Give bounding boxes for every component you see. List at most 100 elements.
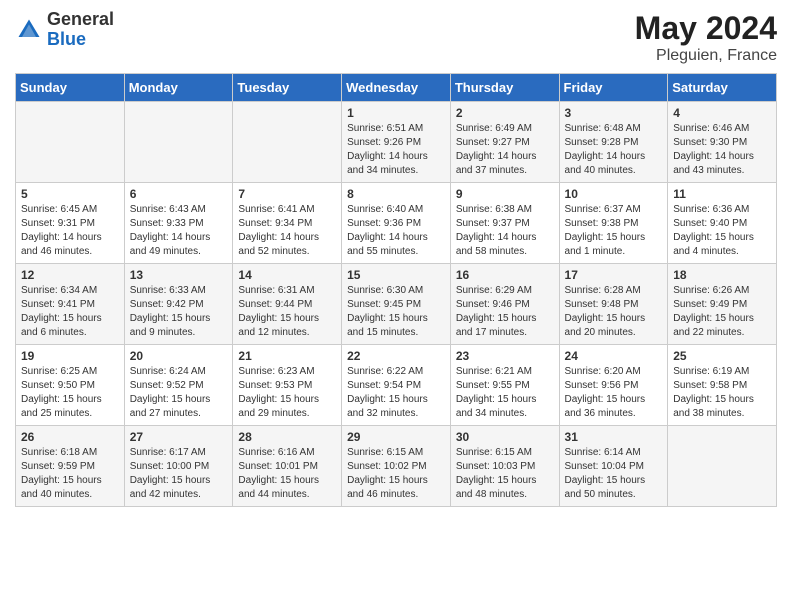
logo: General Blue [15,10,114,50]
calendar-table: SundayMondayTuesdayWednesdayThursdayFrid… [15,73,777,507]
day-number: 20 [130,349,228,363]
day-info: Sunrise: 6:18 AM Sunset: 9:59 PM Dayligh… [21,446,119,502]
day-info: Sunrise: 6:20 AM Sunset: 9:56 PM Dayligh… [565,365,663,421]
day-info: Sunrise: 6:15 AM Sunset: 10:03 PM Daylig… [456,446,554,502]
day-number: 10 [565,187,663,201]
day-number: 28 [238,430,336,444]
day-info: Sunrise: 6:36 AM Sunset: 9:40 PM Dayligh… [673,203,771,259]
day-number: 23 [456,349,554,363]
calendar-cell: 10 Sunrise: 6:37 AM Sunset: 9:38 PM Dayli… [559,183,668,264]
day-info: Sunrise: 6:41 AM Sunset: 9:34 PM Dayligh… [238,203,336,259]
day-number: 8 [347,187,445,201]
day-number: 16 [456,268,554,282]
calendar-cell: 12 Sunrise: 6:34 AM Sunset: 9:41 PM Dayli… [16,264,125,345]
day-info: Sunrise: 6:48 AM Sunset: 9:28 PM Dayligh… [565,122,663,178]
day-number: 13 [130,268,228,282]
day-of-week-tuesday: Tuesday [233,74,342,102]
day-info: Sunrise: 6:28 AM Sunset: 9:48 PM Dayligh… [565,284,663,340]
calendar-cell: 11Sunrise: 6:36 AM Sunset: 9:40 PM Dayli… [668,183,777,264]
day-number: 26 [21,430,119,444]
day-number: 29 [347,430,445,444]
day-info: Sunrise: 6:17 AM Sunset: 10:00 PM Daylig… [130,446,228,502]
calendar-cell: 3 Sunrise: 6:48 AM Sunset: 9:28 PM Daylig… [559,102,668,183]
day-of-week-monday: Monday [124,74,233,102]
calendar-cell: 17 Sunrise: 6:28 AM Sunset: 9:48 PM Dayli… [559,264,668,345]
day-info: Sunrise: 6:38 AM Sunset: 9:37 PM Dayligh… [456,203,554,259]
day-info: Sunrise: 6:43 AM Sunset: 9:33 PM Dayligh… [130,203,228,259]
calendar-week-0: 1Sunrise: 6:51 AM Sunset: 9:26 PM Daylig… [16,102,777,183]
calendar-cell [16,102,125,183]
day-info: Sunrise: 6:16 AM Sunset: 10:01 PM Daylig… [238,446,336,502]
day-number: 7 [238,187,336,201]
day-number: 22 [347,349,445,363]
header: General Blue May 2024 Pleguien, France [15,10,777,65]
calendar-week-4: 26 Sunrise: 6:18 AM Sunset: 9:59 PM Dayli… [16,426,777,507]
day-info: Sunrise: 6:37 AM Sunset: 9:38 PM Dayligh… [565,203,663,259]
calendar-cell: 19Sunrise: 6:25 AM Sunset: 9:50 PM Dayli… [16,345,125,426]
day-number: 19 [21,349,119,363]
day-info: Sunrise: 6:19 AM Sunset: 9:58 PM Dayligh… [673,365,771,421]
calendar-cell: 22Sunrise: 6:22 AM Sunset: 9:54 PM Dayli… [342,345,451,426]
day-number: 14 [238,268,336,282]
calendar-cell: 18Sunrise: 6:26 AM Sunset: 9:49 PM Dayli… [668,264,777,345]
calendar-cell: 6 Sunrise: 6:43 AM Sunset: 9:33 PM Daylig… [124,183,233,264]
title-block: May 2024 Pleguien, France [635,10,777,65]
logo-text: General Blue [47,10,114,50]
logo-general: General [47,9,114,29]
calendar-week-3: 19Sunrise: 6:25 AM Sunset: 9:50 PM Dayli… [16,345,777,426]
day-info: Sunrise: 6:31 AM Sunset: 9:44 PM Dayligh… [238,284,336,340]
calendar-cell: 1Sunrise: 6:51 AM Sunset: 9:26 PM Daylig… [342,102,451,183]
day-number: 3 [565,106,663,120]
day-info: Sunrise: 6:51 AM Sunset: 9:26 PM Dayligh… [347,122,445,178]
day-info: Sunrise: 6:33 AM Sunset: 9:42 PM Dayligh… [130,284,228,340]
calendar-cell: 29 Sunrise: 6:15 AM Sunset: 10:02 PM Dayl… [342,426,451,507]
calendar-cell: 25Sunrise: 6:19 AM Sunset: 9:58 PM Dayli… [668,345,777,426]
calendar-cell: 15Sunrise: 6:30 AM Sunset: 9:45 PM Dayli… [342,264,451,345]
day-of-week-friday: Friday [559,74,668,102]
calendar-cell: 7 Sunrise: 6:41 AM Sunset: 9:34 PM Daylig… [233,183,342,264]
calendar-cell: 23 Sunrise: 6:21 AM Sunset: 9:55 PM Dayli… [450,345,559,426]
page: General Blue May 2024 Pleguien, France S… [0,0,792,612]
day-number: 12 [21,268,119,282]
day-number: 24 [565,349,663,363]
calendar-cell: 20 Sunrise: 6:24 AM Sunset: 9:52 PM Dayli… [124,345,233,426]
calendar-cell [233,102,342,183]
day-number: 9 [456,187,554,201]
day-number: 30 [456,430,554,444]
calendar-header: SundayMondayTuesdayWednesdayThursdayFrid… [16,74,777,102]
calendar-cell: 21 Sunrise: 6:23 AM Sunset: 9:53 PM Dayli… [233,345,342,426]
day-info: Sunrise: 6:15 AM Sunset: 10:02 PM Daylig… [347,446,445,502]
calendar-cell: 14 Sunrise: 6:31 AM Sunset: 9:44 PM Dayli… [233,264,342,345]
calendar-cell: 13 Sunrise: 6:33 AM Sunset: 9:42 PM Dayli… [124,264,233,345]
day-of-week-saturday: Saturday [668,74,777,102]
day-info: Sunrise: 6:45 AM Sunset: 9:31 PM Dayligh… [21,203,119,259]
day-info: Sunrise: 6:40 AM Sunset: 9:36 PM Dayligh… [347,203,445,259]
day-info: Sunrise: 6:46 AM Sunset: 9:30 PM Dayligh… [673,122,771,178]
calendar-cell: 5 Sunrise: 6:45 AM Sunset: 9:31 PM Daylig… [16,183,125,264]
calendar-cell: 16 Sunrise: 6:29 AM Sunset: 9:46 PM Dayli… [450,264,559,345]
day-of-week-wednesday: Wednesday [342,74,451,102]
day-number: 4 [673,106,771,120]
day-info: Sunrise: 6:24 AM Sunset: 9:52 PM Dayligh… [130,365,228,421]
day-number: 5 [21,187,119,201]
calendar-cell [668,426,777,507]
calendar-week-2: 12 Sunrise: 6:34 AM Sunset: 9:41 PM Dayli… [16,264,777,345]
day-number: 27 [130,430,228,444]
calendar-cell: 9 Sunrise: 6:38 AM Sunset: 9:37 PM Daylig… [450,183,559,264]
day-number: 18 [673,268,771,282]
day-of-week-thursday: Thursday [450,74,559,102]
calendar-cell: 4 Sunrise: 6:46 AM Sunset: 9:30 PM Daylig… [668,102,777,183]
day-info: Sunrise: 6:29 AM Sunset: 9:46 PM Dayligh… [456,284,554,340]
calendar-cell: 24 Sunrise: 6:20 AM Sunset: 9:56 PM Dayli… [559,345,668,426]
calendar-cell: 26 Sunrise: 6:18 AM Sunset: 9:59 PM Dayli… [16,426,125,507]
day-number: 17 [565,268,663,282]
calendar-cell: 31Sunrise: 6:14 AM Sunset: 10:04 PM Dayl… [559,426,668,507]
day-of-week-sunday: Sunday [16,74,125,102]
day-info: Sunrise: 6:21 AM Sunset: 9:55 PM Dayligh… [456,365,554,421]
calendar-cell: 8 Sunrise: 6:40 AM Sunset: 9:36 PM Daylig… [342,183,451,264]
day-info: Sunrise: 6:30 AM Sunset: 9:45 PM Dayligh… [347,284,445,340]
day-number: 6 [130,187,228,201]
day-info: Sunrise: 6:23 AM Sunset: 9:53 PM Dayligh… [238,365,336,421]
day-number: 21 [238,349,336,363]
day-info: Sunrise: 6:34 AM Sunset: 9:41 PM Dayligh… [21,284,119,340]
